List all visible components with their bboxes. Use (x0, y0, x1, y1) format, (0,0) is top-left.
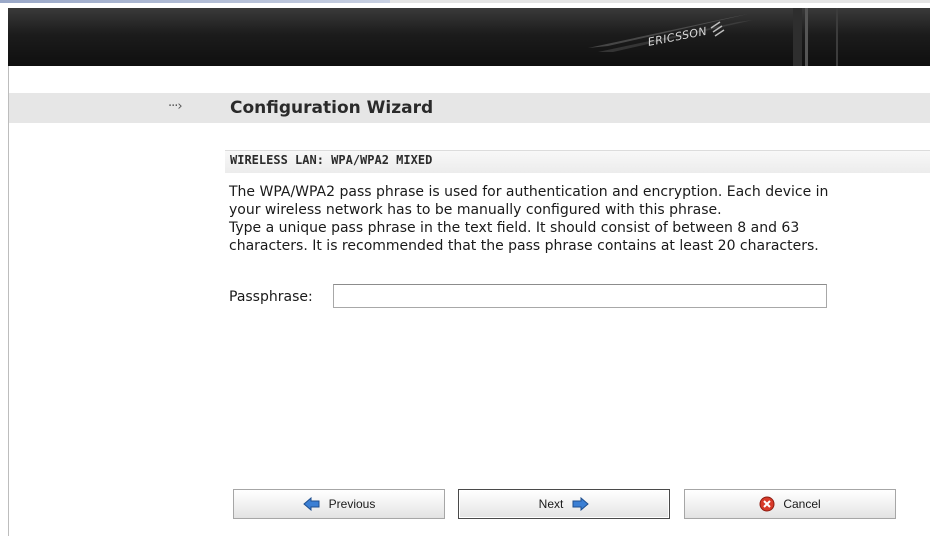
passphrase-input[interactable] (333, 284, 827, 308)
header-decoration (588, 8, 838, 66)
dotted-arrow-icon: ···› (168, 99, 183, 114)
page-title: Configuration Wizard (230, 98, 434, 118)
description-text: The WPA/WPA2 pass phrase is used for aut… (229, 183, 930, 255)
wizard-page: ERICSSON ···› Configuration Wizard WIREL… (0, 0, 930, 536)
cancel-x-icon (759, 496, 775, 512)
top-accent-line-right (390, 0, 930, 3)
header-banner: ERICSSON (8, 8, 930, 66)
previous-button[interactable]: Previous (233, 489, 445, 519)
cancel-button[interactable]: Cancel (684, 489, 896, 519)
right-arrow-icon (572, 497, 590, 511)
cancel-button-label: Cancel (783, 497, 821, 511)
description-line: characters. It is recommended that the p… (229, 238, 819, 254)
next-button[interactable]: Next (458, 489, 670, 519)
section-title: WIRELESS LAN: WPA/WPA2 MIXED (230, 153, 433, 167)
description-line: Type a unique pass phrase in the text fi… (229, 220, 800, 236)
description-line: your wireless network has to be manually… (229, 202, 722, 218)
top-accent-line (0, 0, 390, 3)
next-button-label: Next (538, 497, 564, 511)
previous-button-label: Previous (328, 497, 376, 511)
description-line: The WPA/WPA2 pass phrase is used for aut… (229, 184, 829, 200)
left-arrow-icon (302, 497, 320, 511)
passphrase-label: Passphrase: (229, 289, 313, 305)
title-strip (9, 93, 930, 123)
left-border (8, 66, 9, 536)
